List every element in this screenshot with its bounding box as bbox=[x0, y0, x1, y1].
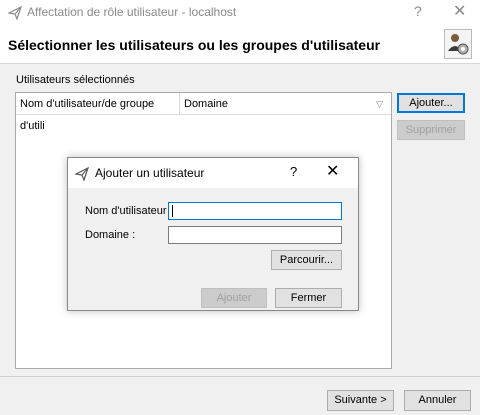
column-header-username[interactable]: Nom d'utilisateur/de groupe d'utili bbox=[16, 93, 180, 132]
send-arrow-icon bbox=[75, 167, 89, 181]
next-button[interactable]: Suivante > bbox=[327, 390, 394, 411]
remove-button[interactable]: Supprimer bbox=[397, 120, 465, 140]
users-gear-icon bbox=[444, 29, 472, 59]
page-header: Sélectionner les utilisateurs ou les gro… bbox=[0, 26, 480, 64]
dialog-add-button[interactable]: Ajouter bbox=[201, 288, 267, 308]
cancel-button[interactable]: Annuler bbox=[404, 390, 471, 411]
send-arrow-icon bbox=[8, 6, 22, 20]
column-header-username-label: Nom d'utilisateur/de groupe d'utili bbox=[20, 98, 155, 132]
page-title: Sélectionner les utilisateurs ou les gro… bbox=[8, 37, 381, 53]
footer-bar: Suivante > Annuler bbox=[0, 376, 480, 415]
close-button[interactable]: ✕ bbox=[453, 1, 466, 21]
dialog-titlebar: Ajouter un utilisateur ? ✕ bbox=[68, 158, 358, 188]
dialog-close-button[interactable]: ✕ bbox=[326, 161, 339, 181]
domain-field[interactable] bbox=[168, 226, 342, 244]
add-user-dialog: Ajouter un utilisateur ? ✕ Nom d'utilisa… bbox=[67, 157, 359, 311]
help-button[interactable]: ? bbox=[414, 3, 422, 19]
sort-icon: ▽ bbox=[376, 99, 383, 109]
dialog-title: Ajouter un utilisateur bbox=[95, 166, 205, 180]
username-field[interactable] bbox=[168, 202, 342, 220]
dialog-close-action-button[interactable]: Fermer bbox=[275, 288, 342, 308]
browse-button[interactable]: Parcourir... bbox=[271, 250, 342, 270]
window-title: Affectation de rôle utilisateur - localh… bbox=[27, 5, 237, 19]
selected-users-label: Utilisateurs sélectionnés bbox=[16, 74, 135, 86]
dialog-help-button[interactable]: ? bbox=[290, 164, 297, 179]
domain-label: Domaine : bbox=[85, 229, 136, 241]
username-label: Nom d'utilisateur : bbox=[85, 205, 173, 217]
column-header-domain[interactable]: Domaine ▽ bbox=[180, 93, 391, 115]
column-header-domain-label: Domaine bbox=[184, 98, 229, 110]
text-caret bbox=[172, 205, 173, 217]
window-titlebar: Affectation de rôle utilisateur - localh… bbox=[0, 0, 480, 26]
add-button[interactable]: Ajouter... bbox=[397, 93, 465, 113]
